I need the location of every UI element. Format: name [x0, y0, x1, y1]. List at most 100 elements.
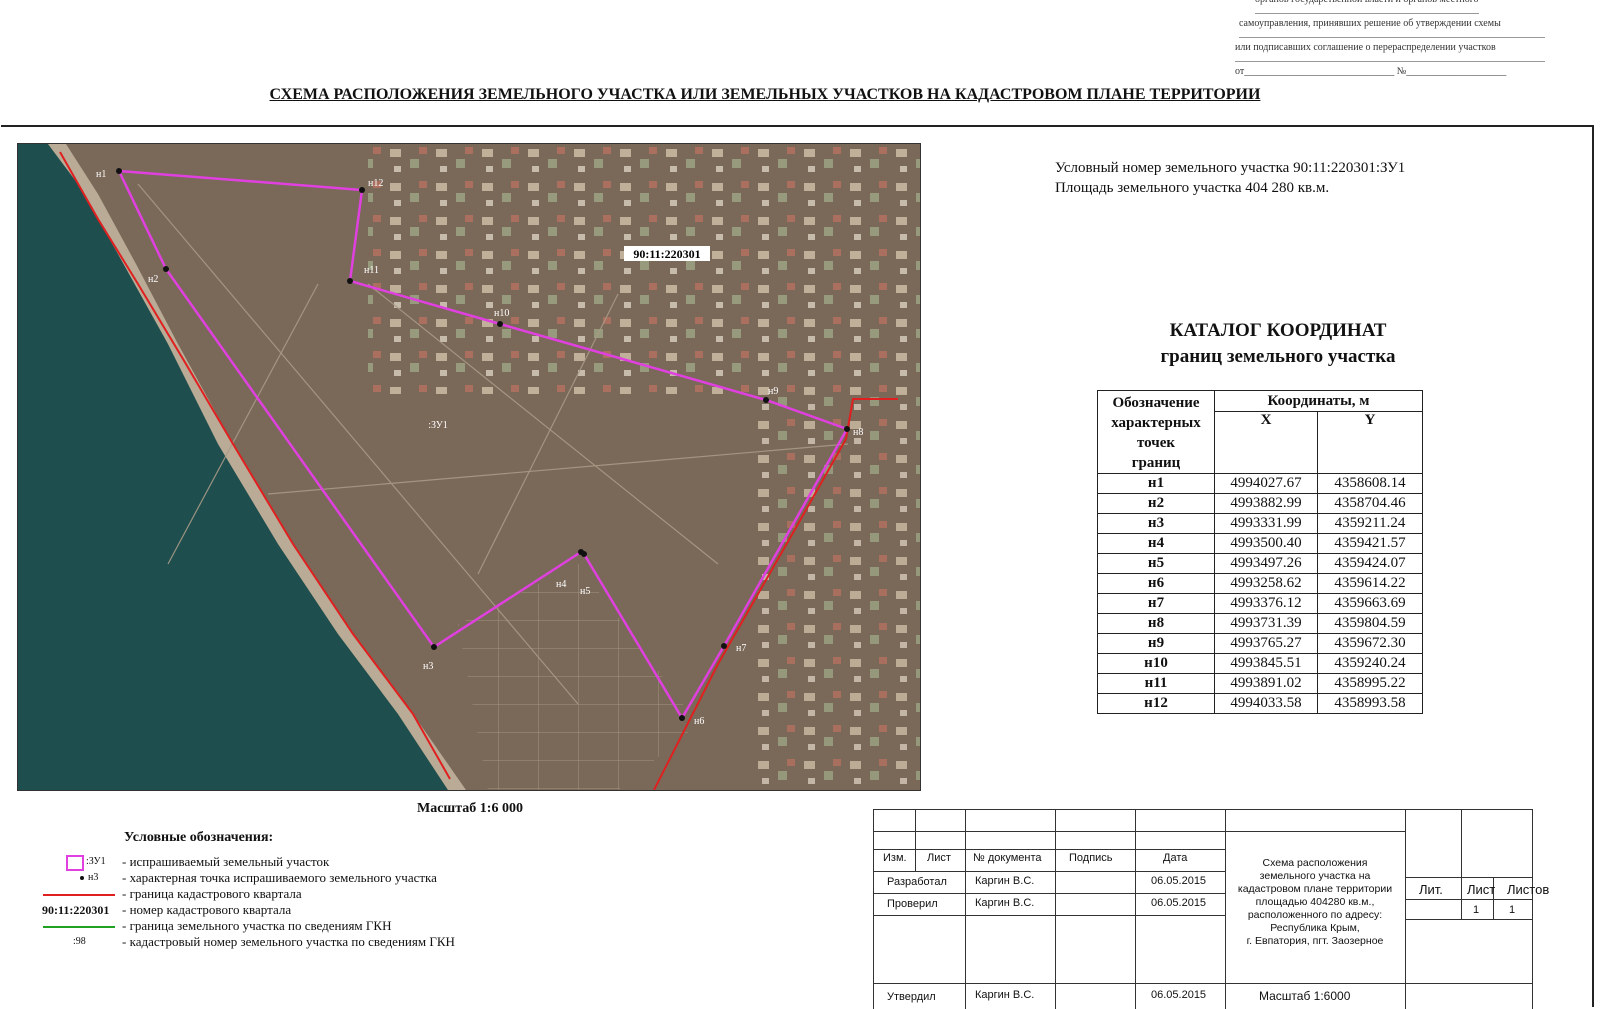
coords-cell-y: 4359421.57 [1317, 533, 1423, 554]
stamp-line [1135, 809, 1136, 1009]
stamp-date-value: 06.05.2015 [1151, 989, 1207, 1001]
stamp-description-line: кадастровом плане территории [1237, 883, 1393, 895]
stamp-line [915, 809, 916, 871]
coords-cell-name: н7 [1097, 593, 1215, 614]
boundary-point [347, 278, 353, 284]
coords-cell-x: 4994033.58 [1214, 693, 1318, 714]
stamp-line [1405, 899, 1533, 900]
coords-cell-y: 4358608.14 [1317, 473, 1423, 494]
stamp-line [1405, 877, 1533, 878]
stamp-line [873, 871, 1225, 872]
stamp-lit: Лит. [1419, 882, 1443, 897]
approval-line: органов государственной власти и органов… [1255, 0, 1479, 14]
legend-text: - номер кадастрового квартала [122, 902, 292, 917]
stamp-date-value: 06.05.2015 [1151, 897, 1207, 909]
coords-cell-x: 4993258.62 [1214, 573, 1318, 594]
coords-cell-x: 4993497.26 [1214, 553, 1318, 574]
boundary-point [679, 715, 685, 721]
coords-cell-name: н10 [1097, 653, 1215, 674]
stamp-person: Каргин В.С. [975, 989, 1035, 1001]
green-line-icon [43, 926, 115, 928]
coords-cell-name: н8 [1097, 613, 1215, 634]
stamp-sheet-value: 1 [1473, 904, 1480, 916]
legend-text: - характерная точка испрашиваемого земел… [122, 870, 437, 885]
stamp-description-line: Схема расположения [1262, 857, 1368, 869]
approval-line: от______________________________ №______… [1235, 66, 1507, 77]
coords-row: н11 4993891.02 4358995.22 [1097, 673, 1423, 694]
stamp-description-line: земельного участка на [1259, 870, 1371, 882]
coords-cell-y: 4359672.30 [1317, 633, 1423, 654]
stamp-person: Каргин В.С. [975, 875, 1035, 887]
stamp-line [1461, 809, 1462, 919]
point-label: н10 [494, 308, 509, 319]
plot-number: Условный номер земельного участка 90:11:… [1055, 160, 1406, 176]
legend-symbol: н3 [30, 870, 120, 886]
coords-row: н6 4993258.62 4359614.22 [1097, 573, 1423, 594]
coords-row: н8 4993731.39 4359804.59 [1097, 613, 1423, 634]
stamp-line [873, 983, 1533, 984]
coords-row: н5 4993497.26 4359424.07 [1097, 553, 1423, 574]
coords-cell-y: 4359211.24 [1317, 513, 1423, 534]
stamp-line [873, 915, 1225, 916]
stamp-date: Дата [1163, 852, 1188, 864]
stamp-date-value: 06.05.2015 [1151, 875, 1207, 887]
coords-row: н3 4993331.99 4359211.24 [1097, 513, 1423, 534]
plot-area: Площадь земельного участка 404 280 кв.м. [1055, 180, 1330, 196]
coords-header: Координаты, м [1214, 390, 1423, 412]
catalog-title-line: КАТАЛОГ КООРДИНАТ [1169, 320, 1387, 341]
catalog-title: КАТАЛОГ КООРДИНАТ границ земельного учас… [1088, 318, 1468, 370]
point-symbol-icon [80, 876, 84, 880]
stamp-description-line: Республика Крым, [1270, 922, 1360, 934]
legend-symbol-text: :98 [73, 936, 86, 947]
coords-row: н7 4993376.12 4359663.69 [1097, 593, 1423, 614]
plot-label: :ЗУ1 [428, 420, 448, 431]
point-label: н12 [368, 178, 383, 189]
coords-cell-x: 4993731.39 [1214, 613, 1318, 634]
stamp-description: Схема расположения земельного участка на… [1226, 857, 1404, 948]
coords-row: н10 4993845.51 4359240.24 [1097, 653, 1423, 674]
coords-cell-y: 4358704.46 [1317, 493, 1423, 514]
coords-row: н2 4993882.99 4358704.46 [1097, 493, 1423, 514]
coords-row: н4 4993500.40 4359421.57 [1097, 533, 1423, 554]
boundary-point [163, 266, 169, 272]
legend-text: - граница земельного участка по сведения… [122, 918, 392, 933]
stamp-line [873, 893, 1225, 894]
legend-text: - граница кадастрового квартала [122, 886, 302, 901]
settlement-area [368, 144, 920, 394]
coords-cell-x: 4993765.27 [1214, 633, 1318, 654]
coords-cell-x: 4993891.02 [1214, 673, 1318, 694]
y-header: Y [1317, 411, 1423, 474]
coordinates-table: Обозначение характерных точек границ Коо… [1097, 390, 1423, 714]
stamp-line [1055, 809, 1056, 1009]
legend-symbol: 90:11:220301 [30, 902, 120, 918]
coords-cell-name: н9 [1097, 633, 1215, 654]
legend-symbol: :ЗУ1 [30, 854, 120, 871]
point-label: н5 [580, 586, 590, 597]
stamp-list: Лист [927, 852, 951, 864]
approval-line: или подписавших соглашение о перераспред… [1235, 37, 1545, 62]
stamp-sheets-value: 1 [1509, 904, 1516, 916]
legend-symbol-text: :ЗУ1 [86, 856, 106, 867]
coords-cell-name: н11 [1097, 673, 1215, 694]
legend-symbol [30, 886, 120, 902]
coords-cell-y: 4359804.59 [1317, 613, 1423, 634]
boundary-point [844, 426, 850, 432]
coords-cell-x: 4993845.51 [1214, 653, 1318, 674]
coords-cell-y: 4359240.24 [1317, 653, 1423, 674]
coords-cell-y: 4359424.07 [1317, 553, 1423, 574]
designation-header: Обозначение характерных точек границ [1097, 390, 1215, 474]
designation-header-line: Обозначение [1112, 395, 1200, 411]
designation-header-line: границ [1131, 455, 1181, 471]
point-label: н9 [768, 386, 778, 397]
designation-header-line: характерных [1111, 415, 1201, 431]
coords-cell-x: 4993376.12 [1214, 593, 1318, 614]
coords-cell-y: 4358993.58 [1317, 693, 1423, 714]
stamp-line [873, 849, 1225, 850]
legend-symbol: :98 [30, 934, 120, 950]
stamp-sheets: Листов [1507, 882, 1550, 897]
legend-symbol-text: н3 [88, 872, 99, 883]
coords-cell-x: 4993882.99 [1214, 493, 1318, 514]
legend-text: - испрашиваемый земельный участок [122, 854, 330, 869]
stamp-sheet: Лист [1467, 882, 1496, 897]
stamp-doc: № документа [973, 852, 1042, 864]
